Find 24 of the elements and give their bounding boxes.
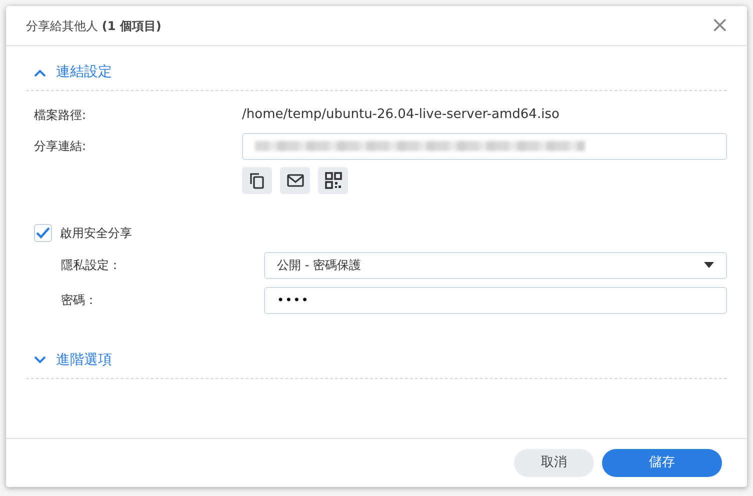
privacy-dropdown[interactable]: 公開 - 密碼保護 xyxy=(264,252,727,278)
field-label: 分享連結: xyxy=(34,138,88,155)
field-label: 密碼： xyxy=(61,292,98,309)
chevron-down-icon[interactable] xyxy=(34,356,46,364)
qr-code-icon xyxy=(324,170,342,190)
link-field[interactable] xyxy=(242,132,727,160)
checkbox-label[interactable]: 啟用安全分享 xyxy=(60,224,132,242)
field-label: 隱私設定： xyxy=(61,257,122,274)
caret-icon xyxy=(704,262,714,268)
checkbox[interactable] xyxy=(34,224,52,242)
qr-code-button[interactable] xyxy=(318,166,348,194)
close-button[interactable]: × xyxy=(710,14,729,36)
cancel-button[interactable]: 取消 xyxy=(514,449,594,477)
dialog-title: 分享給其他人 (1 個項目) xyxy=(26,18,162,34)
section-title[interactable]: 連結設定 xyxy=(56,62,112,83)
copy-button[interactable] xyxy=(242,166,272,194)
password-field[interactable]: •••• xyxy=(264,286,727,314)
chevron-up-icon[interactable] xyxy=(34,68,46,76)
file-path: /home/temp/ubuntu-26.04-live-server-amd64.iso xyxy=(242,106,560,124)
copy-icon xyxy=(248,170,266,190)
email-button[interactable] xyxy=(280,166,310,194)
section-title[interactable]: 進階選項 xyxy=(56,350,112,370)
field-label: 檔案路徑: xyxy=(34,106,88,124)
save-button[interactable]: 儲存 xyxy=(602,449,722,477)
